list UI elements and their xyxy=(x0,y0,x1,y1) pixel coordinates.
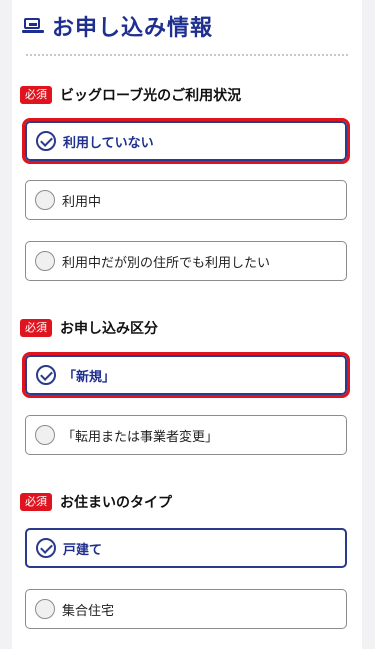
option-label: 集合住宅 xyxy=(62,603,115,619)
option-label: 「転用または事業者変更」 xyxy=(62,429,219,445)
radio-checked-icon[interactable] xyxy=(36,538,56,558)
option-label: 「新規」 xyxy=(63,369,116,385)
page-header: お申し込み情報 xyxy=(22,10,213,42)
radio-checked-icon[interactable] xyxy=(36,131,56,151)
option-apartment[interactable]: 集合住宅 xyxy=(25,589,347,629)
section-title: お住まいのタイプ xyxy=(60,495,172,511)
required-badge: 必須 xyxy=(20,86,52,104)
radio-unchecked-icon[interactable] xyxy=(35,251,55,271)
option-detached-house[interactable]: 戸建て xyxy=(25,528,347,568)
option-label: 利用していない xyxy=(63,135,154,151)
page-title: お申し込み情報 xyxy=(52,16,214,41)
section-title: お申し込み区分 xyxy=(60,321,158,337)
radio-unchecked-icon[interactable] xyxy=(35,425,55,445)
radio-unchecked-icon[interactable] xyxy=(35,190,55,210)
radio-checked-icon[interactable] xyxy=(36,365,56,385)
required-badge: 必須 xyxy=(20,319,52,337)
option-using-other-address[interactable]: 利用中だが別の住所でも利用したい xyxy=(25,241,347,281)
option-not-using[interactable]: 利用していない xyxy=(22,118,350,164)
option-label: 利用中 xyxy=(62,194,102,210)
option-label: 利用中だが別の住所でも利用したい xyxy=(62,255,271,271)
computer-icon xyxy=(22,17,44,35)
section-label-usage-status: 必須 ビッグローブ光のご利用状況 xyxy=(20,85,241,105)
section-label-application-type: 必須 お申し込み区分 xyxy=(20,318,158,338)
option-new[interactable]: 「新規」 xyxy=(22,352,350,398)
divider xyxy=(26,54,348,56)
radio-unchecked-icon[interactable] xyxy=(35,599,55,619)
required-badge: 必須 xyxy=(20,493,52,511)
option-label: 戸建て xyxy=(63,542,103,558)
option-using[interactable]: 利用中 xyxy=(25,180,347,220)
section-title: ビッグローブ光のご利用状況 xyxy=(60,88,242,104)
section-label-residence-type: 必須 お住まいのタイプ xyxy=(20,492,172,512)
option-transfer[interactable]: 「転用または事業者変更」 xyxy=(25,415,347,455)
